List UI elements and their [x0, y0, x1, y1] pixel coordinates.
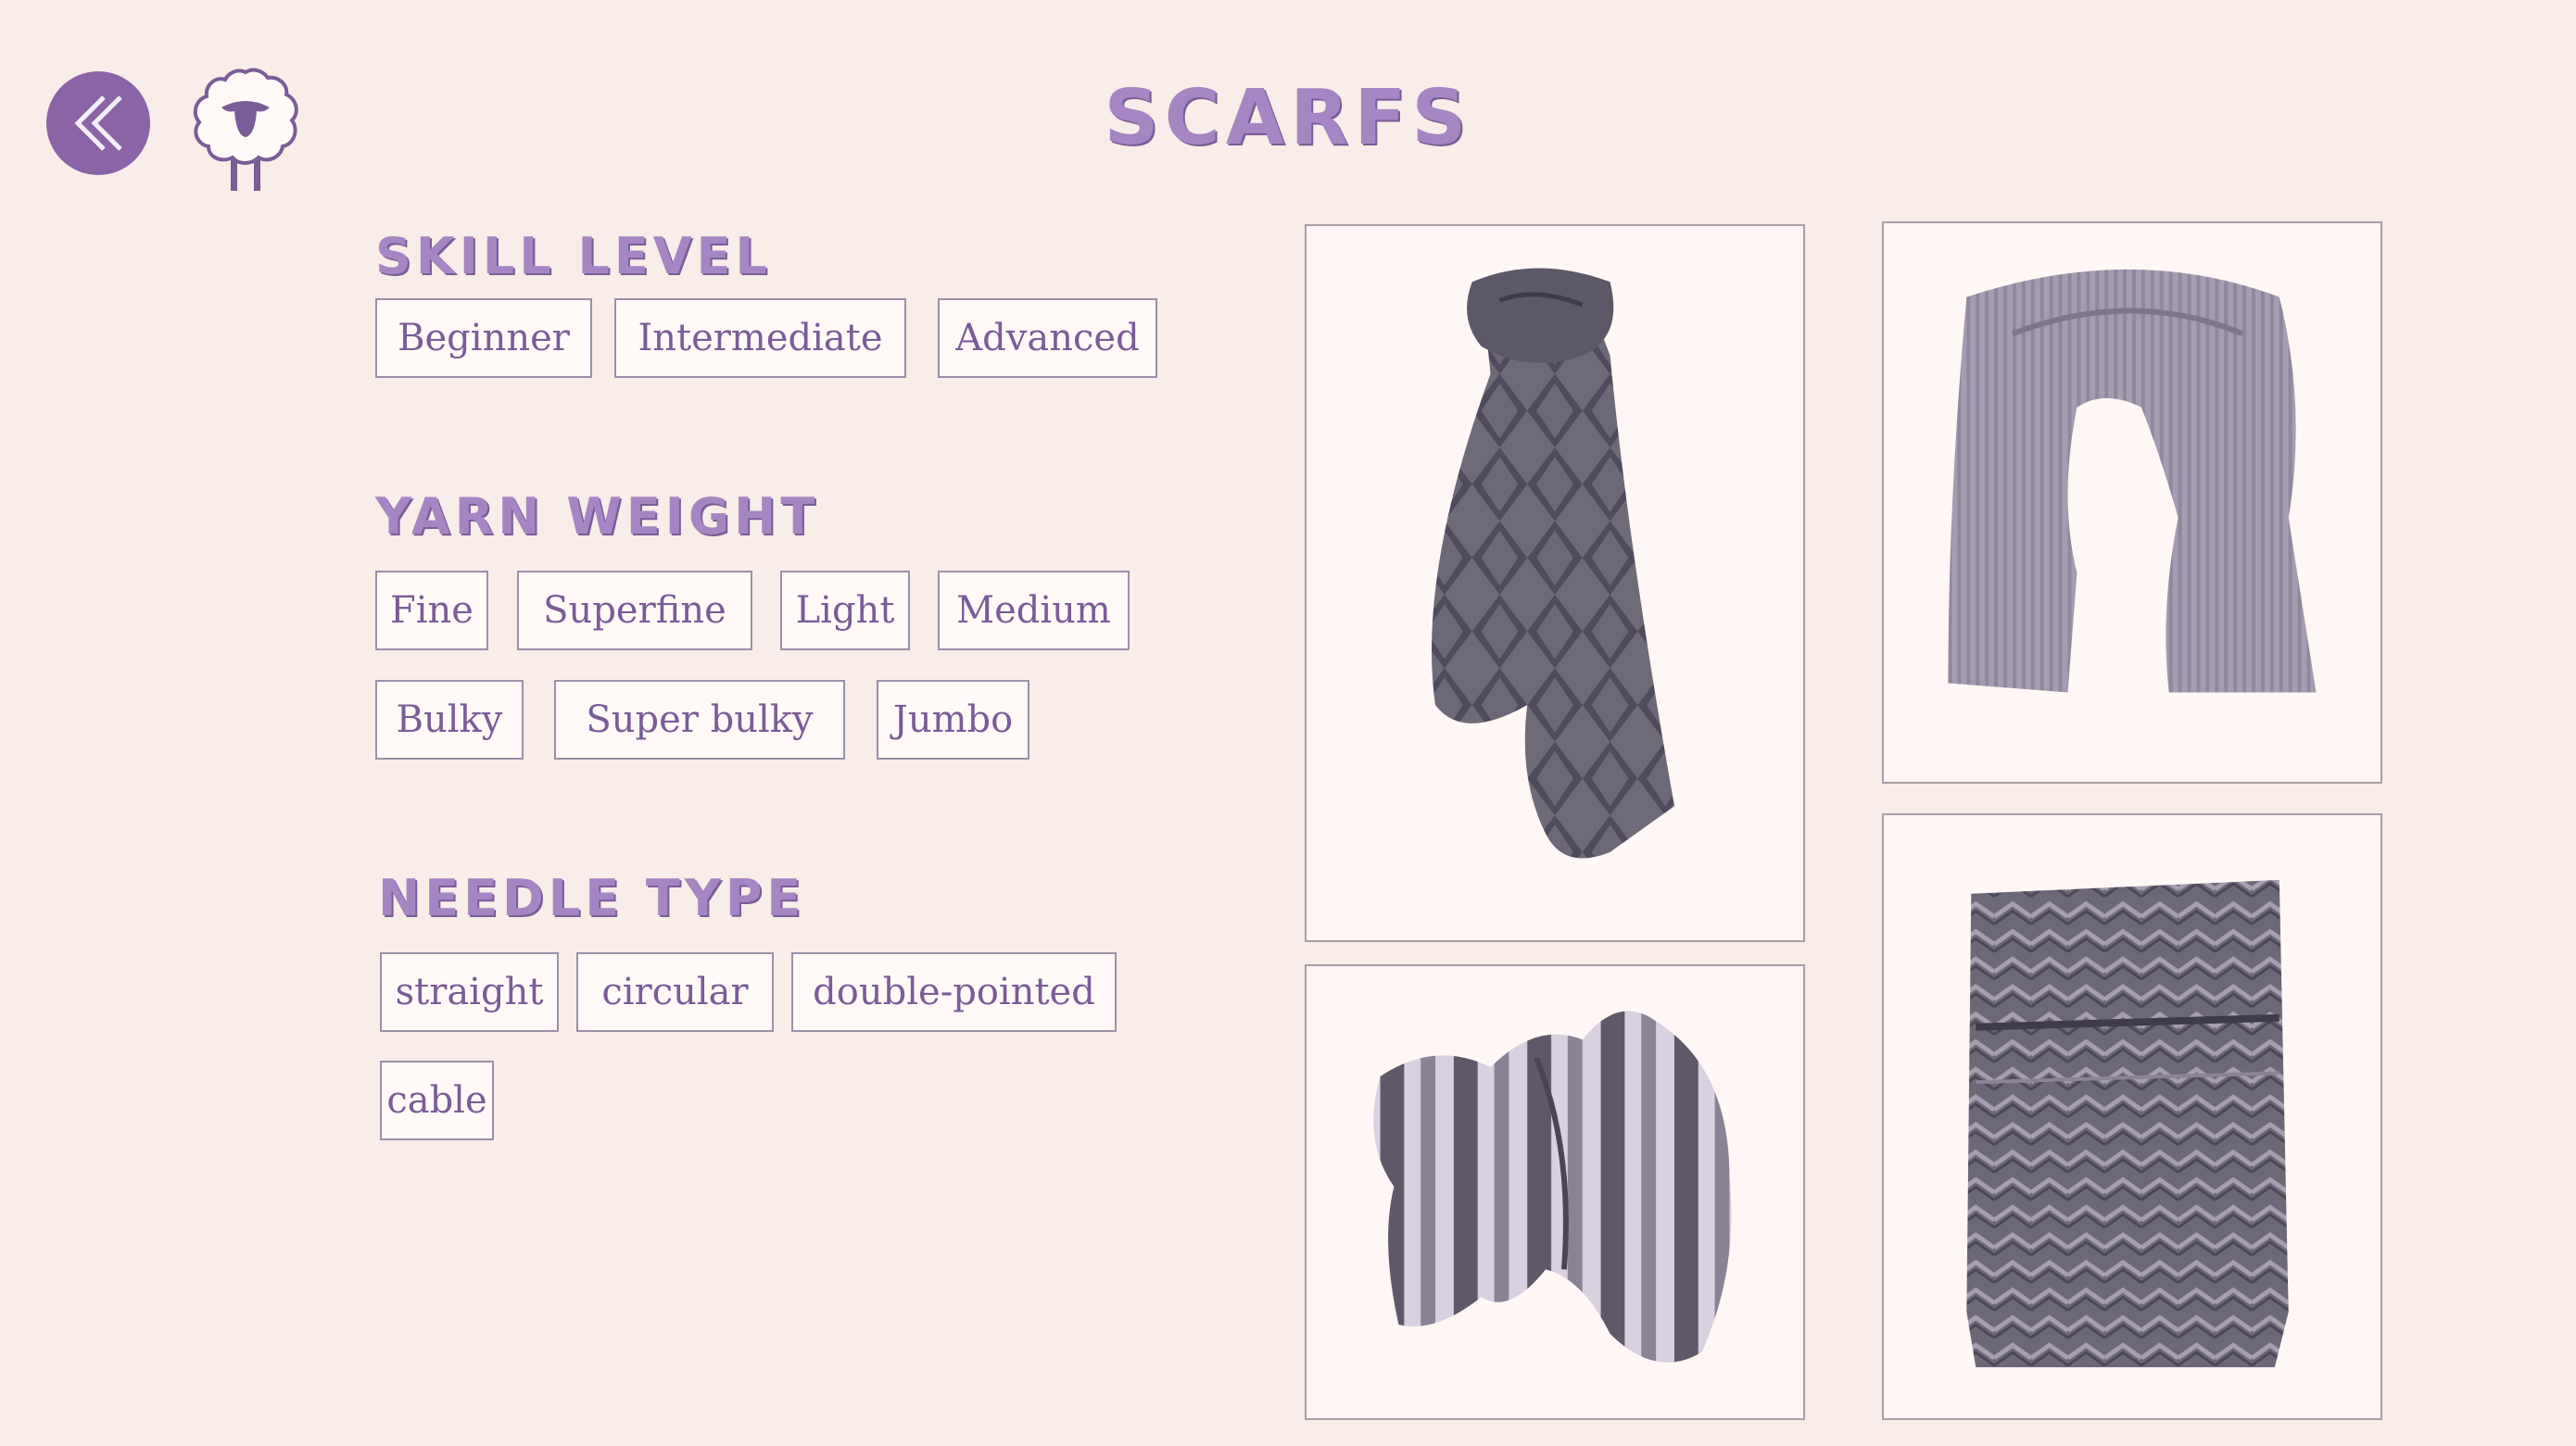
chip-skill-intermediate[interactable]: Intermediate — [614, 298, 906, 378]
striped-scarf-image — [1373, 1011, 1732, 1363]
chevron-scarf-image — [1966, 879, 2289, 1367]
scarf-card-argyle[interactable] — [1305, 224, 1805, 942]
yarn-weight-heading: YARN WEIGHT — [375, 487, 820, 546]
chip-yarn-medium[interactable]: Medium — [938, 571, 1130, 650]
scarf-card-striped[interactable] — [1305, 964, 1805, 1420]
chip-yarn-jumbo[interactable]: Jumbo — [877, 680, 1029, 760]
scarf-card-chevron[interactable] — [1882, 813, 2382, 1420]
needle-type-heading: NEEDLE TYPE — [378, 869, 806, 927]
chip-needle-cable[interactable]: cable — [380, 1061, 494, 1140]
chip-yarn-super-bulky[interactable]: Super bulky — [554, 680, 845, 760]
argyle-scarf-image — [1431, 268, 1675, 859]
skill-level-heading: SKILL LEVEL — [375, 227, 772, 285]
chip-skill-beginner[interactable]: Beginner — [375, 298, 592, 378]
chip-needle-circular[interactable]: circular — [576, 952, 774, 1032]
scarf-card-ribbed[interactable] — [1882, 221, 2382, 784]
ribbed-scarf-image — [1948, 269, 2317, 693]
chip-yarn-fine[interactable]: Fine — [375, 571, 488, 650]
chip-yarn-superfine[interactable]: Superfine — [517, 571, 752, 650]
chip-needle-straight[interactable]: straight — [380, 952, 559, 1032]
chip-skill-advanced[interactable]: Advanced — [938, 298, 1157, 378]
chip-yarn-bulky[interactable]: Bulky — [375, 680, 524, 760]
chip-needle-double-pointed[interactable]: double-pointed — [791, 952, 1117, 1032]
chip-yarn-light[interactable]: Light — [780, 571, 910, 650]
page-title: SCARFS — [1104, 74, 1472, 162]
